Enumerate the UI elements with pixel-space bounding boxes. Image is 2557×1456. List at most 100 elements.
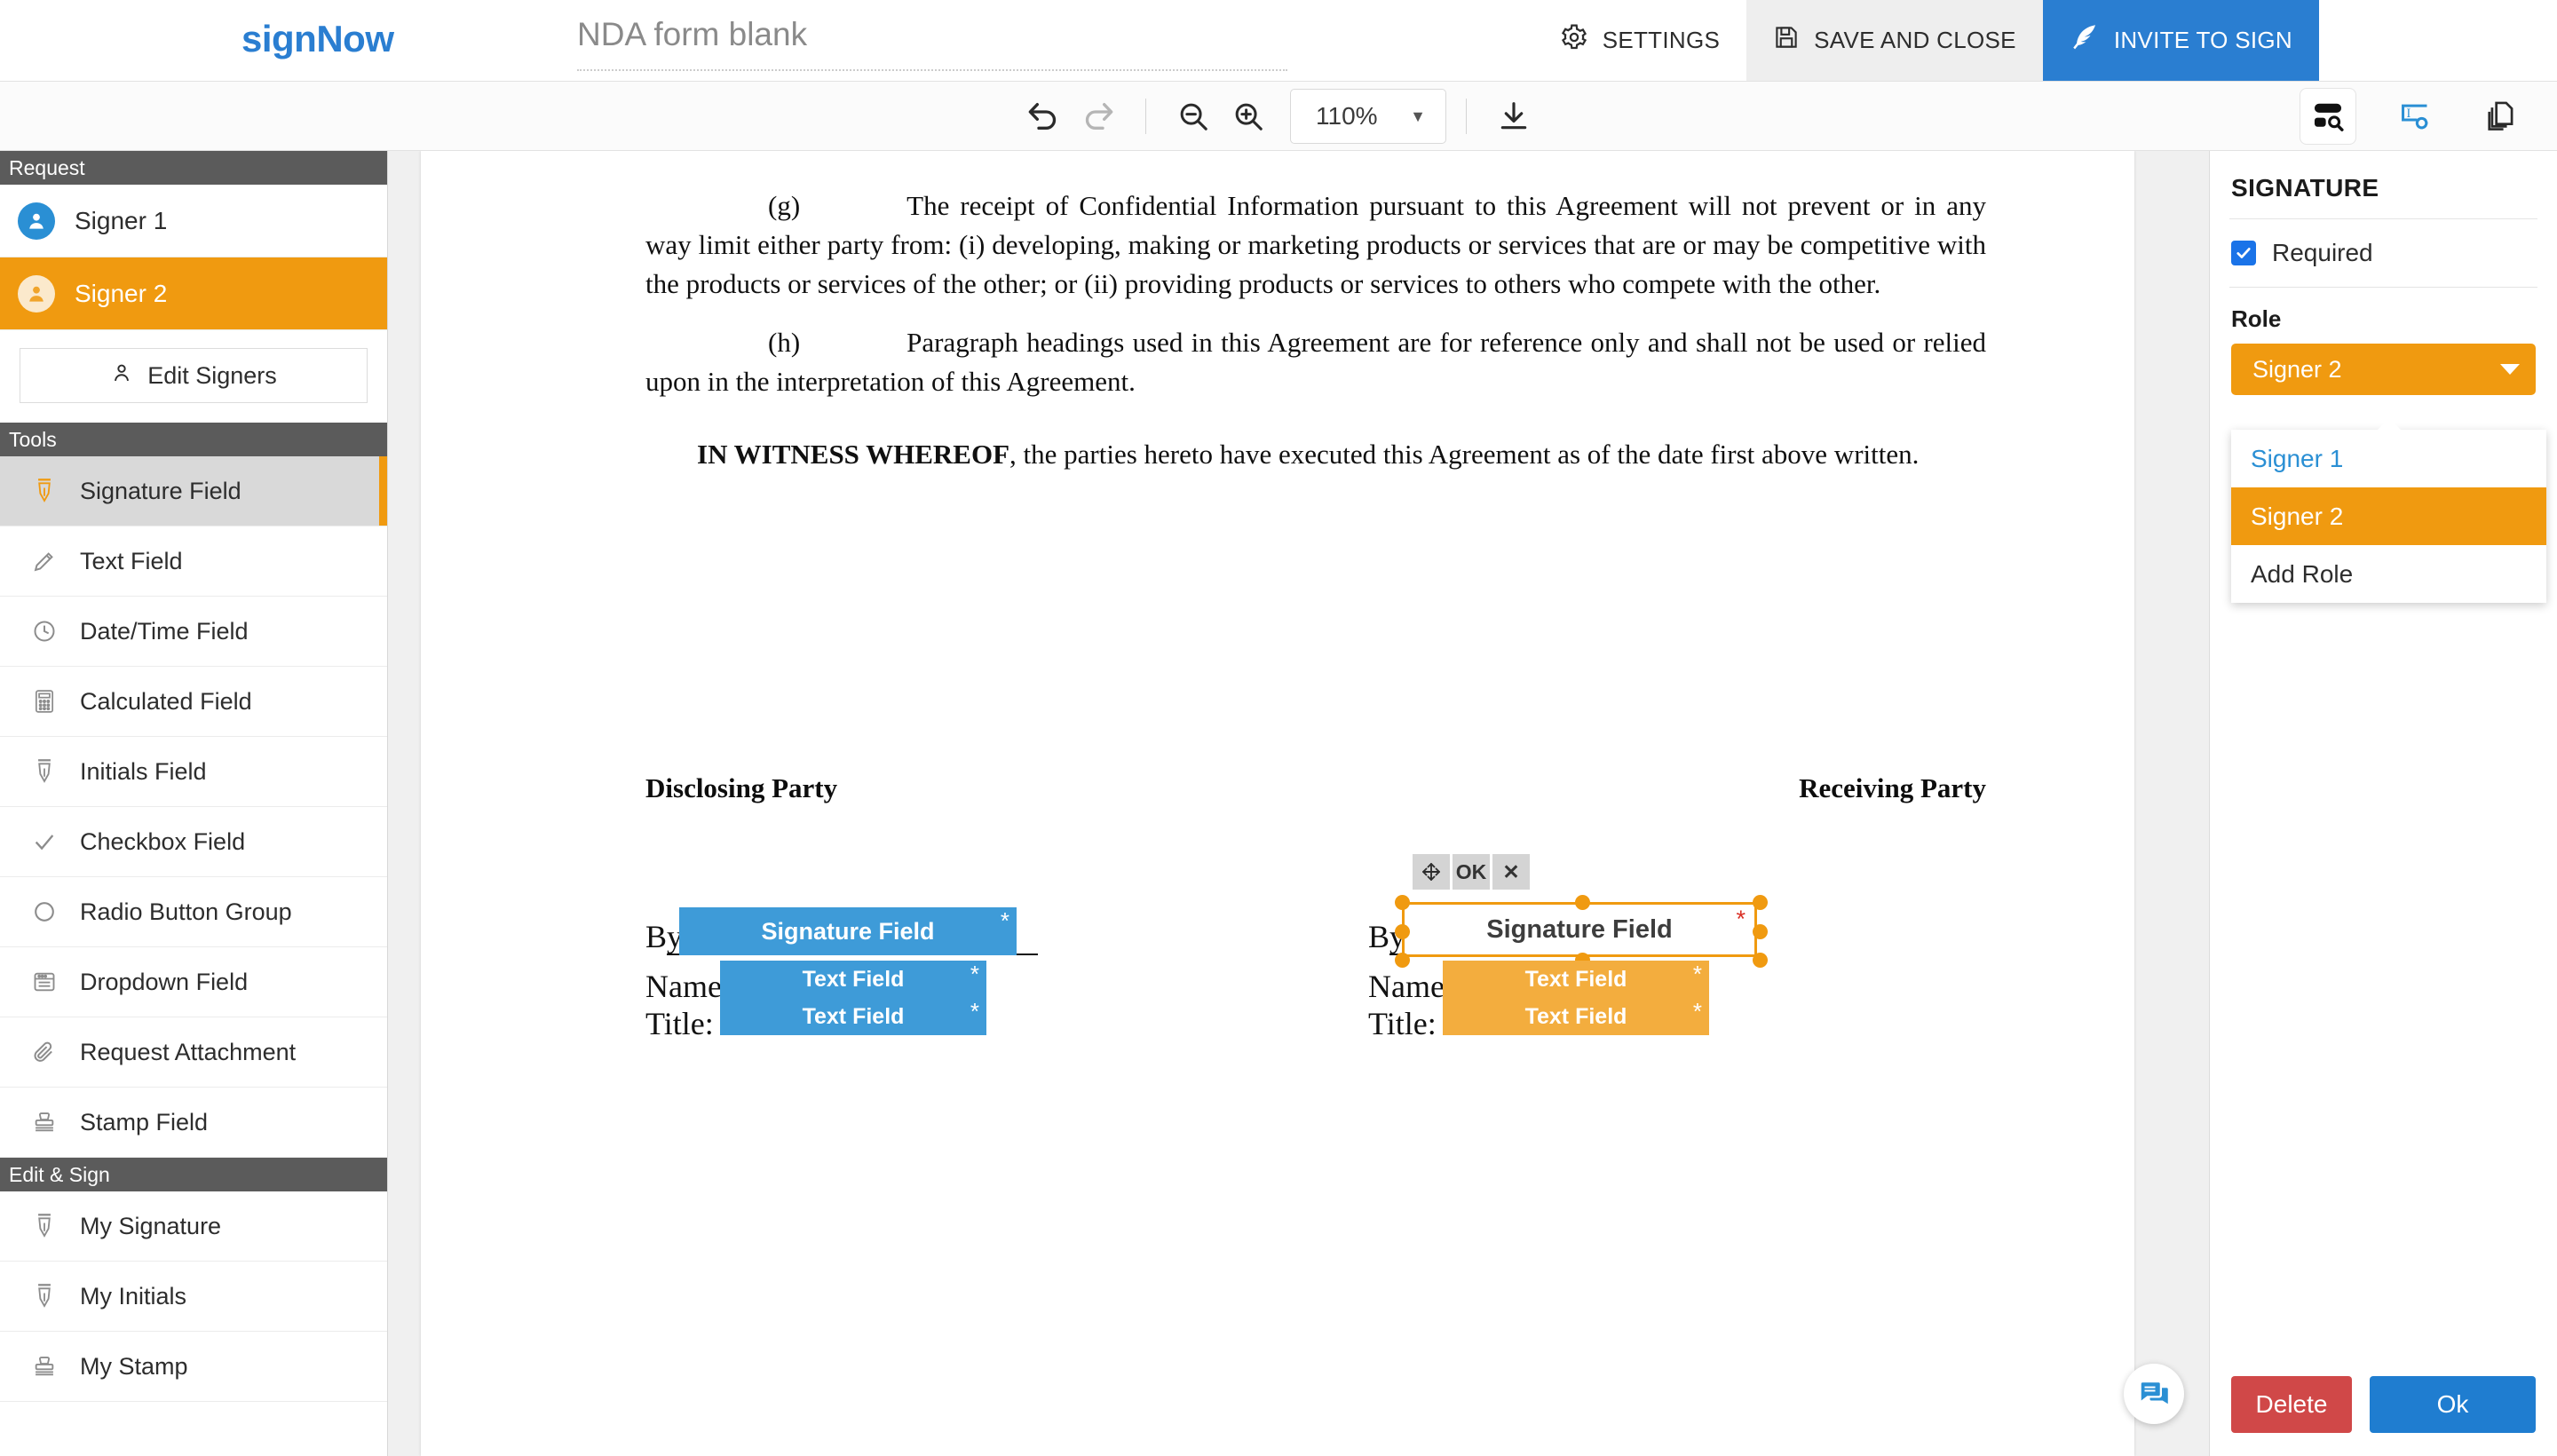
pen-nib-icon bbox=[28, 478, 60, 504]
tool-initials-field[interactable]: Initials Field bbox=[0, 737, 387, 807]
required-asterisk: * bbox=[970, 998, 979, 1025]
close-icon[interactable]: ✕ bbox=[1492, 854, 1530, 890]
field-label: Text Field bbox=[802, 966, 905, 992]
tool-radio-button-group[interactable]: Radio Button Group bbox=[0, 877, 387, 947]
tool-stamp-field[interactable]: Stamp Field bbox=[0, 1088, 387, 1158]
circle-icon bbox=[28, 899, 60, 924]
role-option-signer-2[interactable]: Signer 2 bbox=[2231, 487, 2546, 545]
edit-sign-section-header: Edit & Sign bbox=[0, 1158, 387, 1191]
sidebar-signer-1-label: Signer 1 bbox=[75, 206, 168, 234]
edit-signers-label: Edit Signers bbox=[147, 361, 277, 389]
left-sidebar: Request Signer 1 Signer 2 Edit Signers T… bbox=[0, 151, 388, 1456]
role-label: Role bbox=[2231, 305, 2282, 332]
required-asterisk: * bbox=[1692, 998, 1702, 1025]
tool-calculated-field[interactable]: Calculated Field bbox=[0, 667, 387, 737]
paragraph-h: (h) Paragraph headings used in this Agree… bbox=[645, 323, 1986, 401]
tool-text-field[interactable]: Text Field bbox=[0, 526, 387, 597]
field-signature-signer1[interactable]: Signature Field * bbox=[679, 907, 1017, 955]
tool-checkbox-field[interactable]: Checkbox Field bbox=[0, 807, 387, 877]
tool-label: Text Field bbox=[80, 547, 183, 574]
paperclip-icon bbox=[28, 1040, 60, 1064]
pen-nib-icon bbox=[28, 758, 60, 785]
tool-request-attachment[interactable]: Request Attachment bbox=[0, 1017, 387, 1088]
signnow-logo: signNow bbox=[241, 18, 394, 59]
chat-bubble-icon[interactable] bbox=[2124, 1364, 2184, 1424]
paragraph-marker: (h) bbox=[768, 327, 801, 359]
tool-label: Stamp Field bbox=[80, 1108, 209, 1136]
required-checkbox[interactable] bbox=[2231, 241, 2256, 265]
tool-signature-field[interactable]: Signature Field bbox=[0, 456, 387, 526]
ok-button[interactable]: Ok bbox=[2370, 1376, 2536, 1433]
resize-handle-e[interactable] bbox=[1753, 924, 1768, 939]
required-label: Required bbox=[2272, 239, 2373, 266]
toolbar-divider-2 bbox=[1466, 99, 1467, 134]
receiving-party-heading: Receiving Party bbox=[1799, 772, 1986, 803]
required-row[interactable]: Required bbox=[2210, 219, 2557, 287]
name-label: Name: bbox=[645, 969, 731, 1004]
by-line-left: By Signature Field * bbox=[645, 907, 1107, 957]
zoom-level-select[interactable]: 110% ▼ bbox=[1290, 89, 1446, 144]
field-ok-button[interactable]: OK bbox=[1453, 854, 1490, 890]
role-select[interactable]: Signer 2 bbox=[2231, 344, 2536, 395]
resize-handle-nw[interactable] bbox=[1395, 895, 1410, 910]
field-title-signer2[interactable]: Text Field * bbox=[1443, 998, 1709, 1035]
tool-my-stamp[interactable]: My Stamp bbox=[0, 1332, 387, 1402]
required-asterisk: * bbox=[1692, 961, 1702, 987]
tool-datetime-field[interactable]: Date/Time Field bbox=[0, 597, 387, 667]
invite-to-sign-label: INVITE TO SIGN bbox=[2113, 27, 2292, 53]
edit-signers-button[interactable]: Edit Signers bbox=[20, 348, 368, 403]
required-asterisk: * bbox=[1736, 906, 1746, 932]
invite-to-sign-button[interactable]: INVITE TO SIGN bbox=[2042, 0, 2319, 81]
tool-label: Dropdown Field bbox=[80, 968, 249, 995]
redo-button[interactable] bbox=[1071, 89, 1126, 144]
document-title-wrapper bbox=[577, 16, 1287, 71]
tool-my-initials[interactable]: My Initials bbox=[0, 1262, 387, 1332]
zoom-out-button[interactable] bbox=[1166, 89, 1221, 144]
sidebar-signer-1[interactable]: Signer 1 bbox=[0, 185, 387, 257]
download-button[interactable] bbox=[1486, 89, 1541, 144]
role-option-signer-1[interactable]: Signer 1 bbox=[2231, 430, 2546, 487]
field-name-signer1[interactable]: Text Field * bbox=[720, 961, 986, 998]
sidebar-signer-2[interactable]: Signer 2 bbox=[0, 257, 387, 330]
toolbar-center-group: 110% ▼ bbox=[0, 82, 2557, 151]
gear-icon bbox=[1560, 23, 1588, 58]
stamp-icon bbox=[28, 1110, 60, 1135]
calculator-icon bbox=[28, 689, 60, 714]
tool-my-signature[interactable]: My Signature bbox=[0, 1191, 387, 1262]
resize-handle-ne[interactable] bbox=[1753, 895, 1768, 910]
name-label: Name: bbox=[1368, 969, 1453, 1004]
paragraph-text: Paragraph headings used in this Agreemen… bbox=[645, 327, 1986, 398]
field-title-signer1[interactable]: Text Field * bbox=[720, 998, 986, 1035]
witness-clause: IN WITNESS WHEREOF, the parties hereto h… bbox=[645, 435, 1986, 474]
settings-button[interactable]: SETTINGS bbox=[1532, 0, 1747, 81]
zoom-level-value: 110% bbox=[1316, 102, 1378, 130]
toolbar-divider-1 bbox=[1145, 99, 1146, 134]
field-signature-signer2-selected[interactable]: Signature Field * bbox=[1395, 895, 1768, 968]
save-and-close-button[interactable]: SAVE AND CLOSE bbox=[1746, 0, 2043, 81]
role-option-add-role[interactable]: Add Role bbox=[2231, 545, 2546, 603]
role-dropdown-menu: Signer 1 Signer 2 Add Role bbox=[2231, 418, 2546, 603]
move-icon[interactable] bbox=[1413, 854, 1450, 890]
zoom-in-button[interactable] bbox=[1221, 89, 1276, 144]
tool-dropdown-field[interactable]: Dropdown Field bbox=[0, 947, 387, 1017]
document-viewport[interactable]: (g) The receipt of Confidential Informati… bbox=[388, 151, 2209, 1456]
document-text: (g) The receipt of Confidential Informati… bbox=[645, 186, 1986, 474]
tools-section-header: Tools bbox=[0, 423, 387, 456]
resize-handle-n[interactable] bbox=[1575, 895, 1590, 910]
undo-button[interactable] bbox=[1016, 89, 1071, 144]
disclosing-party-heading: Disclosing Party bbox=[645, 772, 838, 803]
signature-block-right: OK ✕ By Signature Field * Name: Text Fie… bbox=[1368, 854, 1830, 1044]
field-action-toolbar: OK ✕ bbox=[1413, 854, 1530, 890]
field-label: Signature Field bbox=[1486, 914, 1673, 944]
toolbar-right-group: I bbox=[2300, 82, 2530, 151]
document-title-input[interactable] bbox=[577, 16, 1287, 71]
sidebar-signer-2-label: Signer 2 bbox=[75, 279, 168, 307]
delete-button[interactable]: Delete bbox=[2231, 1376, 2352, 1433]
resize-handle-w[interactable] bbox=[1395, 924, 1410, 939]
field-inspector-icon[interactable] bbox=[2300, 88, 2356, 145]
pen-nib-icon bbox=[28, 1283, 60, 1310]
text-field-settings-icon[interactable]: I bbox=[2387, 88, 2443, 145]
pages-icon[interactable] bbox=[2474, 88, 2530, 145]
settings-label: SETTINGS bbox=[1602, 27, 1721, 53]
field-name-signer2[interactable]: Text Field * bbox=[1443, 961, 1709, 998]
